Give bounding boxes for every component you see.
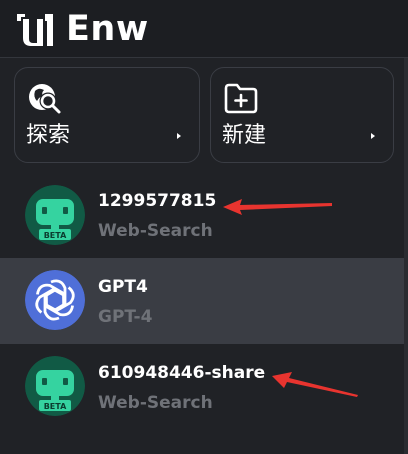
beta-bot-avatar: BETA: [25, 185, 85, 245]
new-button[interactable]: 新建: [210, 67, 394, 163]
list-item-selected[interactable]: GPT4 GPT-4: [0, 258, 408, 344]
chevron-right-icon: [177, 133, 181, 139]
scrollbar-track[interactable]: [404, 58, 408, 454]
new-label: 新建: [222, 123, 267, 148]
enw-logo-icon[interactable]: [15, 11, 55, 47]
explore-label: 探索: [26, 123, 71, 148]
app-window: Enw 探索 新建 BETA 1299577815 Web-Search GPT…: [0, 0, 408, 454]
item-title: GPT4: [98, 277, 148, 297]
beta-badge: BETA: [44, 402, 67, 411]
item-subtitle: GPT-4: [98, 307, 153, 327]
explore-button[interactable]: 探索: [14, 67, 200, 163]
new-folder-icon: [224, 83, 258, 114]
item-subtitle: Web-Search: [98, 393, 213, 413]
openai-avatar: [25, 270, 85, 330]
item-title: 1299577815: [98, 191, 217, 211]
explore-search-icon: [29, 84, 61, 114]
app-header: Enw: [0, 0, 408, 58]
beta-badge: BETA: [44, 231, 67, 240]
beta-bot-avatar: BETA: [25, 356, 85, 416]
chevron-right-icon: [371, 133, 375, 139]
item-title: 610948446-share: [98, 363, 266, 383]
item-subtitle: Web-Search: [98, 221, 213, 241]
list-item[interactable]: BETA 1299577815 Web-Search: [0, 172, 408, 258]
app-title: Enw: [66, 9, 149, 49]
list-item[interactable]: BETA 610948446-share Web-Search: [0, 344, 408, 430]
